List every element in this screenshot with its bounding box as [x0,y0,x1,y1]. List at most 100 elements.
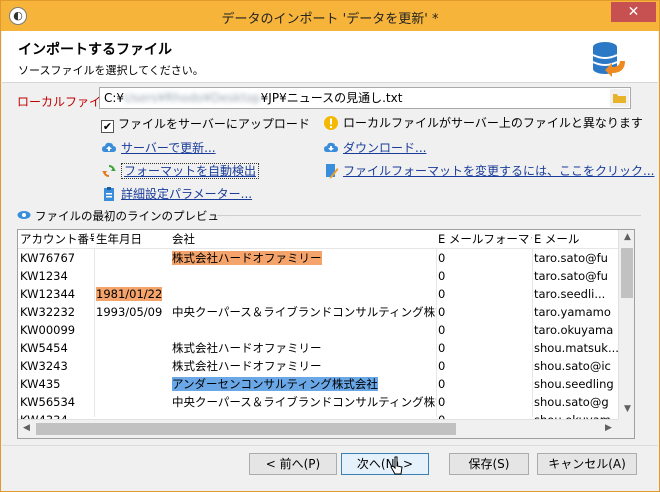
mouse-pointer-icon [390,456,403,475]
path-prefix: C:¥ [104,91,125,105]
page-subtitle: ソースファイルを選択してください。 [18,64,204,77]
section-divider [217,215,641,216]
title-bar[interactable]: ◐ データのインポート 'データを更新' * ✕ [1,1,659,31]
table-cell [94,249,170,267]
table-cell: 株式会社ハードオファミリー [172,341,322,355]
warning-icon [324,116,338,130]
warning-text: ローカルファイルがサーバー上のファイルと異なります [343,116,643,130]
update-server-row[interactable]: サーバーで更新... [101,139,216,156]
change-format-link[interactable]: ファイルフォーマットを変更するには、ここをクリック... [343,164,654,178]
upload-checkbox-row[interactable]: ✔ ファイルをサーバーにアップロード [101,115,310,133]
table-cell: shou.sato@g [534,395,609,409]
column-header[interactable]: 生年月日 [94,230,170,249]
table-cell [170,285,436,303]
cloud-download-icon [324,142,338,152]
save-button[interactable]: 保存(S) [449,453,529,475]
cloud-upload-icon [102,142,116,152]
highlighted-value: 1981/01/22 [96,287,163,301]
table-cell: 中央クーパース＆ライブランドコンサルティング株式会社 [172,305,436,319]
column-header[interactable]: E メールフォーマット [436,230,532,249]
table-cell: 0 [438,377,446,391]
vertical-scroll-thumb[interactable] [621,248,633,298]
cancel-button[interactable]: キャンセル(A) [537,453,637,475]
column-header[interactable]: アカウント番号 [18,230,94,249]
table-cell [94,267,170,285]
table-cell [94,375,170,393]
table-cell: KW1234 [20,269,68,283]
database-import-icon [592,42,625,77]
table-cell: KW32232 [20,305,76,319]
table-cell: taro.okuyama [534,323,614,337]
folder-icon[interactable] [610,89,629,107]
next-button[interactable]: 次へ(N) > [341,453,429,475]
table-cell: shou.seedling [534,377,614,391]
scroll-down-icon[interactable]: ▼ [619,404,634,414]
table-cell: 0 [438,395,446,409]
column-header[interactable]: 会社 [170,230,436,249]
table-cell: KW3243 [20,359,68,373]
table-cell [170,267,436,285]
upload-checkbox[interactable]: ✔ [101,120,114,133]
warning-row: ローカルファイルがサーバー上のファイルと異なります [323,114,643,131]
table-cell [94,393,170,411]
change-format-row[interactable]: ファイルフォーマットを変更するには、ここをクリック... [323,162,654,179]
preview-section-label: ファイルの最初のラインのプレビュー [35,209,231,223]
table-cell: KW00099 [20,323,76,337]
table-cell: 0 [438,287,446,301]
table-cell: 0 [438,269,446,283]
prev-button[interactable]: < 前へ(P) [249,453,337,475]
highlighted-value: アンダーセンコンサルティング株式会社 [172,377,378,391]
download-row[interactable]: ダウンロード... [323,139,426,156]
table-cell: KW5454 [20,341,68,355]
path-blurred: Users¥Rhodo¥Desktop [124,91,261,105]
download-link[interactable]: ダウンロード... [343,141,426,155]
page-title: インポートするファイル [18,42,172,58]
table-header: アカウント番号 生年月日 会社 E メールフォーマット E メール [18,230,618,249]
advanced-params-link[interactable]: 詳細設定パラメーター... [121,187,252,201]
table-cell [94,339,170,357]
import-dialog: ◐ データのインポート 'データを更新' * ✕ インポートするファイル ソース… [0,0,660,492]
column-header[interactable]: E メール [532,230,618,249]
advanced-row[interactable]: 詳細設定パラメーター... [101,185,252,202]
table-cell: 0 [438,323,446,337]
table-cell: 0 [438,305,446,319]
table-cell: taro.sato@fu [534,251,608,265]
upload-checkbox-label: ファイルをサーバーにアップロード [118,117,310,131]
update-on-server-link[interactable]: サーバーで更新... [121,141,216,155]
table-cell: taro.seedli... [534,287,606,301]
table-cell: KW56534 [20,395,76,409]
preview-table[interactable]: アカウント番号 生年月日 会社 E メールフォーマット E メール KW7676… [17,229,635,439]
scroll-up-icon[interactable]: ▲ [619,232,634,242]
table-cell: 0 [438,359,446,373]
window-title: データのインポート 'データを更新' * [221,12,439,27]
table-cell: アンダーセンコンサルティング株式会社 [170,375,436,393]
table-cell: taro.yamamo [534,305,611,319]
wizard-header: インポートするファイル ソースファイルを選択してください。 [2,31,658,83]
highlighted-value: 株式会社ハードオファミリー [172,251,322,265]
auto-detect-format-link[interactable]: フォーマットを自動検出 [121,163,260,179]
eye-icon [17,211,31,219]
table-cell: KW76767 [20,251,76,265]
table-cell [170,321,436,339]
edit-document-icon [326,164,339,179]
auto-detect-row[interactable]: フォーマットを自動検出 [101,162,260,179]
table-cell: 株式会社ハードオファミリー [172,359,322,373]
table-cell: KW12344 [20,287,76,301]
local-file-input[interactable]: C:¥Users¥Rhodo¥Desktop¥JP¥ニュースの見通し.txt [99,87,631,109]
table-cell [94,321,170,339]
refresh-icon [102,165,116,177]
table-cell: 株式会社ハードオファミリー [170,249,436,267]
preview-section-header: ファイルの最初のラインのプレビュー [17,208,641,223]
close-button[interactable]: ✕ [611,2,656,22]
table-cell: KW435 [20,377,61,391]
table-cell: 0 [438,341,446,355]
table-cell: 1981/01/22 [94,285,170,303]
scroll-right-icon[interactable]: ▶ [600,423,617,433]
scroll-corner [618,419,634,438]
horizontal-scrollbar[interactable]: ◀ ▶ [18,419,618,438]
table-cell: 中央クーパース＆ライブランドコンサルティング株式会社 [172,395,436,409]
vertical-scrollbar[interactable]: ▲ ▼ [618,230,634,419]
horizontal-scroll-thumb[interactable] [36,423,456,435]
scroll-left-icon[interactable]: ◀ [18,423,35,433]
clipboard-icon [104,187,114,201]
